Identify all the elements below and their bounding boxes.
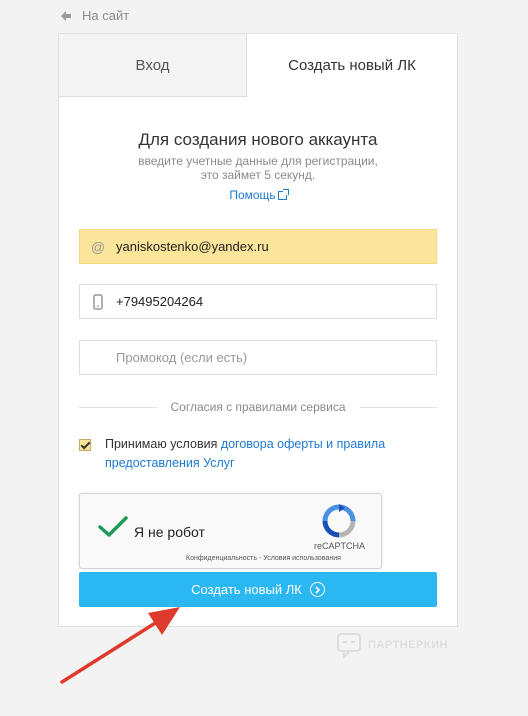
watermark: ПАРТНЕРКИН bbox=[336, 632, 448, 658]
form-subtext: введите учетные данные для регистрации, … bbox=[59, 154, 457, 182]
watermark-text: ПАРТНЕРКИН bbox=[368, 639, 448, 651]
external-link-icon bbox=[277, 189, 289, 200]
subtext-line-2: это займет 5 секунд. bbox=[200, 168, 316, 182]
subtext-line-1: введите учетные данные для регистрации, bbox=[138, 154, 378, 168]
at-sign-icon: @ bbox=[90, 238, 106, 255]
form-heading: Для создания нового аккаунта bbox=[138, 130, 378, 149]
email-field: @ bbox=[79, 229, 437, 264]
phone-input[interactable] bbox=[116, 285, 436, 318]
recaptcha-terms[interactable]: Конфиденциальность - Условия использован… bbox=[186, 555, 341, 562]
terms-text: Принимаю условия договора оферты и прави… bbox=[105, 435, 437, 473]
terms-prefix: Принимаю условия bbox=[105, 437, 221, 451]
back-to-site-link[interactable]: На сайт bbox=[60, 8, 129, 23]
divider-label: Согласия с правилами сервиса bbox=[170, 400, 346, 414]
auth-card: Вход Создать новый ЛК Для создания новог… bbox=[58, 33, 458, 627]
terms-agreement: Принимаю условия договора оферты и прави… bbox=[79, 435, 437, 473]
tab-login[interactable]: Вход bbox=[59, 34, 247, 97]
promo-field bbox=[79, 340, 437, 375]
recaptcha-widget: Я не робот reCAPTCHA Конфиденциальность … bbox=[79, 493, 382, 569]
arrow-left-icon bbox=[61, 10, 71, 21]
consent-divider: Согласия с правилами сервиса bbox=[79, 400, 438, 414]
watermark-logo-icon bbox=[337, 633, 361, 658]
back-link-label: На сайт bbox=[82, 8, 130, 23]
submit-label: Создать новый ЛК bbox=[191, 582, 302, 597]
recaptcha-logo-icon bbox=[322, 504, 356, 538]
promo-input[interactable] bbox=[116, 341, 436, 374]
mobile-phone-icon bbox=[80, 293, 116, 310]
phone-field bbox=[79, 284, 437, 319]
checkmark-icon[interactable] bbox=[98, 516, 128, 538]
arrow-right-circle-icon bbox=[309, 582, 325, 597]
auth-tabs: Вход Создать новый ЛК bbox=[59, 34, 457, 97]
create-account-button[interactable]: Создать новый ЛК bbox=[79, 572, 437, 607]
help-label: Помощь bbox=[229, 188, 276, 202]
help-link[interactable]: Помощь bbox=[59, 188, 457, 202]
recaptcha-brand: reCAPTCHA bbox=[314, 541, 366, 551]
terms-checkbox[interactable] bbox=[79, 439, 91, 451]
captcha-label: Я не робот bbox=[134, 524, 205, 540]
tab-register[interactable]: Создать новый ЛК bbox=[247, 34, 457, 97]
email-input[interactable] bbox=[116, 230, 436, 263]
